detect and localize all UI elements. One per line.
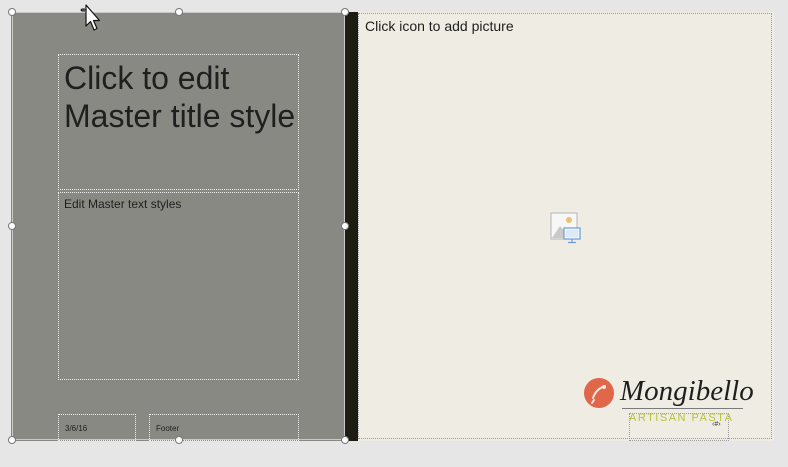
body-placeholder[interactable]: Edit Master text styles [58, 192, 299, 380]
logo-name: Mongibello [620, 375, 754, 407]
left-panel-background: Click to edit Master title style Edit Ma… [11, 12, 345, 441]
resize-handle-bottom-center[interactable] [175, 436, 183, 444]
resize-handle-middle-left[interactable] [8, 222, 16, 230]
date-placeholder[interactable]: 3/6/16 [58, 414, 136, 441]
resize-handle-top-center[interactable] [175, 8, 183, 16]
picture-placeholder-text: Click icon to add picture [365, 18, 514, 34]
body-placeholder-text: Edit Master text styles [64, 197, 182, 211]
logo-rule [622, 408, 743, 409]
title-placeholder-text: Click to edit Master title style [64, 60, 296, 134]
resize-handle-bottom-left[interactable] [8, 436, 16, 444]
picture-icon[interactable] [550, 212, 584, 246]
logo-tagline: ARTISAN PASTA [629, 412, 734, 424]
title-placeholder[interactable]: Click to edit Master title style [58, 54, 299, 190]
move-cursor-icon [80, 4, 100, 31]
resize-handle-top-right[interactable] [341, 8, 349, 16]
resize-handle-bottom-right[interactable] [341, 436, 349, 444]
brand-logo: Mongibello ARTISAN PASTA [584, 375, 754, 428]
footer-placeholder[interactable]: Footer [149, 414, 299, 441]
slide-canvas[interactable]: Click to edit Master title style Edit Ma… [11, 12, 774, 441]
logo-emblem-icon [584, 378, 614, 408]
resize-handle-middle-right[interactable] [341, 222, 349, 230]
footer-text: Footer [156, 424, 180, 433]
date-text: 3/6/16 [65, 424, 88, 433]
resize-handle-top-left[interactable] [8, 8, 16, 16]
